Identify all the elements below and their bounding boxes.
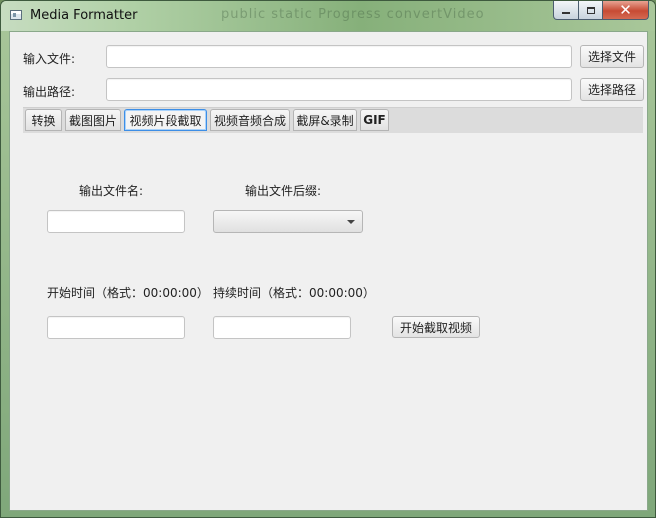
- tab-bar: 转换 截图图片 视频片段截取 视频音频合成 截屏&录制 GIF: [23, 107, 643, 133]
- minimize-button[interactable]: [553, 1, 579, 20]
- output-path-field[interactable]: [106, 78, 572, 101]
- chevron-down-icon: [347, 220, 355, 224]
- main-content: 输入文件: 选择文件 输出路径: 选择路径 转换 截图图片 视频片段截取 视频音…: [9, 31, 648, 511]
- tab-screen-capture-record[interactable]: 截屏&录制: [293, 109, 357, 131]
- caption-buttons: ✕: [553, 1, 649, 21]
- app-window-icon: [10, 10, 22, 20]
- output-filename-label: 输出文件名:: [79, 184, 144, 198]
- start-time-field[interactable]: [47, 316, 185, 339]
- window-title: Media Formatter: [30, 8, 138, 23]
- tab-gif[interactable]: GIF: [360, 109, 389, 131]
- start-clip-video-button[interactable]: 开始截取视频: [392, 316, 480, 338]
- tab-video-clip[interactable]: 视频片段截取: [124, 109, 207, 131]
- app-window: Media Formatter public static Progress c…: [0, 0, 656, 518]
- background-ghost-text: public static Progress convertVideo: [221, 7, 485, 22]
- duration-field[interactable]: [213, 316, 351, 339]
- output-filename-field[interactable]: [47, 210, 185, 233]
- input-file-field[interactable]: [106, 45, 572, 68]
- minimize-icon: [562, 12, 570, 14]
- duration-label: 持续时间（格式：00:00:00）: [213, 286, 375, 300]
- maximize-button[interactable]: [579, 1, 603, 20]
- input-file-label: 输入文件:: [23, 52, 76, 66]
- tab-video-audio-merge[interactable]: 视频音频合成: [210, 109, 290, 131]
- output-suffix-label: 输出文件后缀:: [245, 184, 322, 198]
- output-suffix-select[interactable]: [213, 210, 363, 233]
- choose-file-button[interactable]: 选择文件: [580, 45, 644, 68]
- start-time-label: 开始时间（格式：00:00:00）: [47, 286, 209, 300]
- title-bar[interactable]: Media Formatter public static Progress c…: [1, 1, 655, 31]
- choose-path-button[interactable]: 选择路径: [580, 78, 644, 101]
- maximize-icon: [586, 6, 595, 14]
- tab-screenshot-image[interactable]: 截图图片: [65, 109, 121, 131]
- output-path-label: 输出路径:: [23, 85, 76, 99]
- close-icon: ✕: [619, 0, 632, 19]
- close-button[interactable]: ✕: [603, 1, 649, 20]
- tab-convert[interactable]: 转换: [25, 109, 62, 131]
